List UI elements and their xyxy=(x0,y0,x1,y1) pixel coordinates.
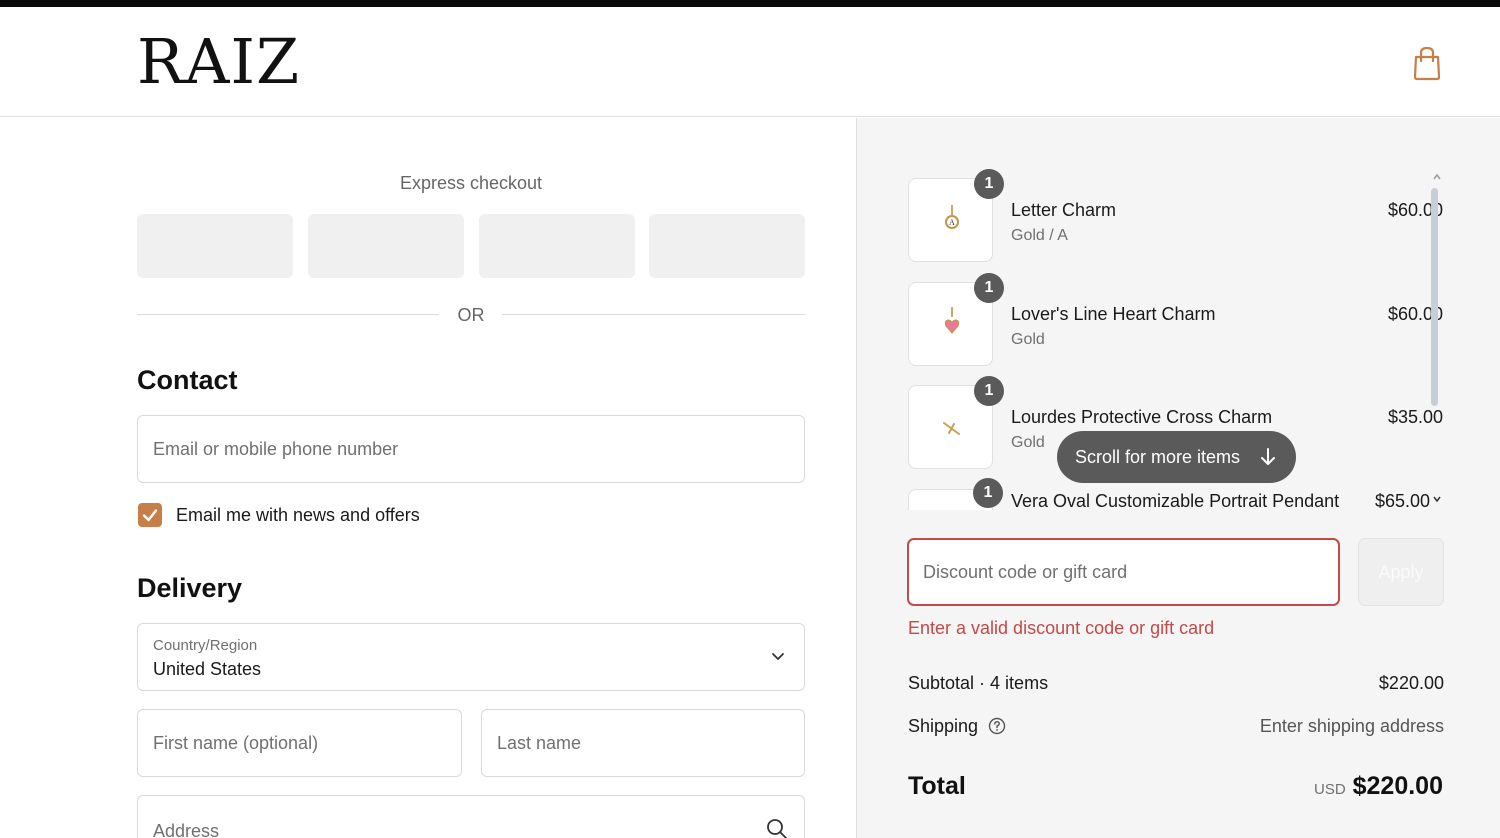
top-bar xyxy=(0,0,1500,7)
discount-field[interactable] xyxy=(907,538,1340,606)
contact-title: Contact xyxy=(137,365,238,395)
country-select[interactable]: Country/Region United States xyxy=(137,623,805,691)
divider-right xyxy=(502,314,805,315)
apply-button[interactable]: Apply xyxy=(1358,538,1444,606)
product-thumbnail: 1 xyxy=(908,376,1004,469)
newsletter-checkbox[interactable] xyxy=(138,503,162,527)
item-name: Lourdes Protective Cross Charm xyxy=(1011,407,1273,427)
address-field[interactable] xyxy=(137,795,805,838)
delivery-title: Delivery xyxy=(137,573,243,603)
item-variant: Gold xyxy=(1011,434,1045,451)
express-pay-button-3[interactable] xyxy=(479,214,635,278)
first-name-input[interactable] xyxy=(138,710,461,776)
chevron-down-icon xyxy=(772,653,784,660)
shopping-bag-icon xyxy=(1413,46,1441,81)
express-pay-button-4[interactable] xyxy=(649,214,805,278)
shipping-value: Enter shipping address xyxy=(1259,716,1444,736)
or-divider-text: OR xyxy=(457,305,485,325)
item-name: Lover's Line Heart Charm xyxy=(1011,304,1216,324)
shipping-row: Shipping Enter shipping address xyxy=(908,716,1444,737)
checkout-form: Express checkout OR Contact Email me wit… xyxy=(0,118,856,838)
scroll-up-icon xyxy=(1433,173,1441,180)
item-variant: Gold xyxy=(1011,331,1045,348)
scroll-for-more-button[interactable]: Scroll for more items xyxy=(1057,431,1296,483)
site-header: RAIZ xyxy=(0,7,1500,117)
item-name: Vera Oval Customizable Portrait Pendant xyxy=(1011,491,1340,510)
newsletter-label[interactable]: Email me with news and offers xyxy=(176,505,420,526)
subtotal-row: Subtotal · 4 items $220.00 xyxy=(908,673,1444,694)
country-value: United States xyxy=(153,659,262,679)
scrollbar-thumb[interactable] xyxy=(1431,188,1438,406)
quantity-badge: 1 xyxy=(974,273,1004,303)
cart-button[interactable] xyxy=(1408,45,1446,81)
quantity-badge: 1 xyxy=(974,169,1004,199)
express-pay-button-2[interactable] xyxy=(308,214,464,278)
item-price: $65.00 xyxy=(1374,491,1430,510)
country-label: Country/Region xyxy=(153,637,258,654)
quantity-badge: 1 xyxy=(974,376,1004,406)
discount-error-message: Enter a valid discount code or gift card xyxy=(908,618,1215,638)
scroll-down-icon xyxy=(1433,496,1441,503)
address-input[interactable] xyxy=(138,796,804,838)
first-name-field[interactable] xyxy=(137,709,462,777)
arrow-down-icon xyxy=(1261,448,1275,465)
last-name-input[interactable] xyxy=(482,710,804,776)
divider-left xyxy=(137,314,439,315)
order-item: A 1 Letter Charm Gold / A $60.00 xyxy=(908,169,1443,262)
total-label: Total xyxy=(908,772,966,800)
email-field[interactable] xyxy=(137,415,805,483)
checkmark-icon xyxy=(142,509,158,522)
brand-logo[interactable]: RAIZ xyxy=(137,31,300,93)
express-pay-button-1[interactable] xyxy=(137,214,293,278)
email-input[interactable] xyxy=(138,416,804,482)
item-variant: Gold / A xyxy=(1011,227,1068,244)
subtotal-value: $220.00 xyxy=(1378,673,1444,693)
product-thumbnail: 1 xyxy=(908,273,1004,366)
quantity-badge: 1 xyxy=(973,478,1003,508)
last-name-field[interactable] xyxy=(481,709,805,777)
order-summary: A 1 Letter Charm Gold / A $60.00 1 Lover… xyxy=(856,118,1500,838)
item-name: Letter Charm xyxy=(1011,200,1117,220)
total-value: $220.00 xyxy=(1352,772,1443,800)
help-circle-icon[interactable] xyxy=(988,717,1006,735)
total-currency: USD xyxy=(1314,781,1346,798)
svg-text:A: A xyxy=(949,218,955,227)
search-icon xyxy=(767,819,787,838)
subtotal-label: Subtotal · 4 items xyxy=(908,673,1049,693)
shipping-label: Shipping xyxy=(908,716,979,736)
product-thumbnail: A 1 xyxy=(908,169,1004,262)
order-item: 1 Lover's Line Heart Charm Gold $60.00 xyxy=(908,273,1443,366)
discount-input[interactable] xyxy=(909,540,1338,604)
scroll-hint-label: Scroll for more items xyxy=(1075,447,1241,467)
express-checkout-title: Express checkout xyxy=(399,173,543,193)
